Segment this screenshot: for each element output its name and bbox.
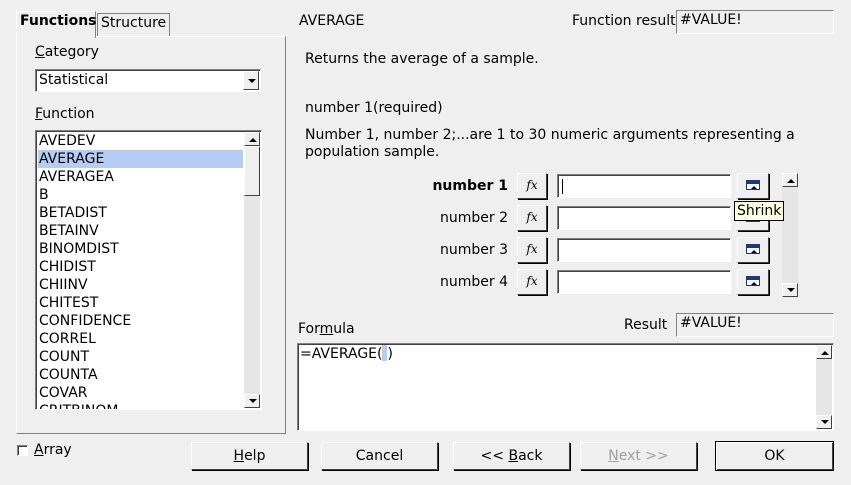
function-label: Function	[35, 106, 95, 122]
argument-input[interactable]	[557, 174, 731, 198]
function-list-item[interactable]: CORREL	[38, 330, 243, 348]
arguments-scrollbar[interactable]	[782, 173, 798, 297]
argument-name: number 1	[432, 178, 508, 194]
scroll-down-icon[interactable]	[244, 394, 260, 408]
function-list-item[interactable]: COUNTA	[38, 366, 243, 384]
shrink-button[interactable]	[737, 173, 769, 199]
category-select[interactable]: Statistical	[35, 69, 261, 92]
scroll-down-icon[interactable]	[782, 283, 798, 297]
function-name: AVERAGE	[299, 13, 365, 29]
argument-input[interactable]	[557, 206, 731, 230]
scroll-up-icon[interactable]	[244, 132, 260, 146]
function-list-item[interactable]: COVAR	[38, 384, 243, 402]
next-button[interactable]: Next >>	[580, 442, 697, 470]
back-button[interactable]: << Back	[453, 442, 570, 470]
function-list-item[interactable]: CHIINV	[38, 276, 243, 294]
array-label: Array	[34, 442, 72, 458]
tab-structure-label: Structure	[101, 15, 167, 31]
function-wizard-icon[interactable]: fx	[517, 269, 547, 295]
function-list-item[interactable]: BETAINV	[38, 222, 243, 240]
function-wizard-icon[interactable]: fx	[517, 237, 547, 263]
cancel-button[interactable]: Cancel	[321, 442, 438, 470]
tab-structure[interactable]: Structure	[97, 13, 170, 36]
scroll-up-icon[interactable]	[782, 173, 798, 187]
shrink-tooltip: Shrink	[734, 201, 785, 221]
tab-functions-label: Functions	[20, 13, 97, 29]
function-list[interactable]: AVEDEV AVERAGE AVERAGEA B BETADIST BETAINV BIN…	[35, 130, 262, 410]
result-value: #VALUE!	[676, 313, 834, 337]
formula-text: =AVERAGE()	[300, 345, 393, 362]
shrink-button[interactable]	[737, 269, 769, 295]
shrink-icon	[746, 276, 760, 286]
tab-functions[interactable]: Functions	[16, 11, 97, 38]
function-list-item[interactable]: COUNT	[38, 348, 243, 366]
function-result-value: #VALUE!	[676, 10, 834, 34]
function-list-item[interactable]: CHITEST	[38, 294, 243, 312]
function-list-item[interactable]: BETADIST	[38, 204, 243, 222]
scroll-up-icon[interactable]	[816, 345, 832, 359]
argument-help: Number 1, number 2;...are 1 to 30 numeri…	[305, 127, 795, 160]
function-list-item[interactable]: CRITBINOM	[38, 402, 243, 409]
function-list-item[interactable]: CONFIDENCE	[38, 312, 243, 330]
array-checkbox[interactable]	[17, 445, 28, 456]
function-list-item[interactable]: CHIDIST	[38, 258, 243, 276]
chevron-down-icon[interactable]	[243, 71, 259, 90]
function-wizard-icon[interactable]: fx	[517, 205, 547, 231]
category-label: Category	[35, 44, 99, 60]
result-label: Result	[624, 317, 668, 333]
function-wizard-icon[interactable]: fx	[517, 173, 547, 199]
formula-editor[interactable]: =AVERAGE()	[297, 343, 834, 431]
function-list-item[interactable]: BINOMDIST	[38, 240, 243, 258]
shrink-button[interactable]	[737, 237, 769, 263]
function-result-label: Function result	[572, 13, 676, 29]
category-value: Statistical	[39, 72, 109, 88]
argument-name: number 2	[440, 210, 508, 226]
function-list-item[interactable]: B	[38, 186, 243, 204]
argument-input[interactable]	[557, 238, 731, 262]
function-list-item[interactable]: AVEDEV	[38, 132, 243, 150]
ok-button[interactable]: OK	[715, 441, 834, 471]
help-button[interactable]: Help	[191, 442, 308, 470]
shrink-icon	[746, 244, 760, 254]
scroll-thumb[interactable]	[244, 146, 260, 196]
function-list-item[interactable]: AVERAGE	[38, 150, 243, 168]
argument-title: number 1(required)	[305, 100, 443, 116]
function-list-item[interactable]: AVERAGEA	[38, 168, 243, 186]
formula-scrollbar[interactable]	[816, 345, 832, 429]
scroll-down-icon[interactable]	[816, 415, 832, 429]
function-list-scrollbar[interactable]	[244, 132, 260, 408]
argument-name: number 4	[440, 274, 508, 290]
function-description: Returns the average of a sample.	[305, 51, 539, 67]
shrink-icon	[746, 180, 760, 190]
formula-label: Formula	[298, 321, 355, 337]
argument-input[interactable]	[557, 270, 731, 294]
argument-name: number 3	[440, 242, 508, 258]
